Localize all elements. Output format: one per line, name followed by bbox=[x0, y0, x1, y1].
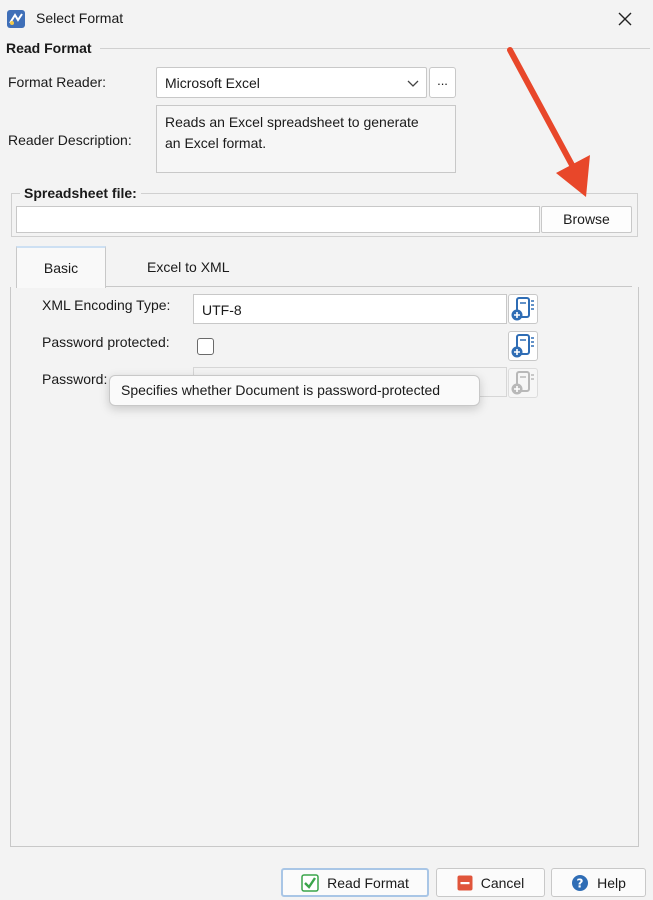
svg-text:?: ? bbox=[577, 876, 584, 890]
help-icon: ? bbox=[572, 874, 589, 891]
xml-encoding-input[interactable]: UTF-8 bbox=[193, 294, 507, 324]
attribute-value-icon bbox=[511, 297, 534, 321]
format-reader-dropdown[interactable]: Microsoft Excel bbox=[156, 67, 427, 98]
format-reader-label: Format Reader: bbox=[8, 74, 107, 90]
attribute-value-icon bbox=[511, 334, 534, 358]
chevron-down-icon bbox=[407, 80, 419, 87]
browse-button[interactable]: Browse bbox=[541, 206, 632, 233]
xml-encoding-value: UTF-8 bbox=[202, 302, 242, 318]
read-format-button[interactable]: Read Format bbox=[281, 868, 429, 897]
reader-description-line-2: an Excel format. bbox=[165, 135, 267, 151]
reader-description-line-1: Reads an Excel spreadsheet to generate bbox=[165, 114, 419, 130]
help-button[interactable]: ? Help bbox=[551, 868, 646, 897]
password-protected-tooltip: Specifies whether Document is password-p… bbox=[109, 375, 480, 406]
encoding-attribute-button[interactable] bbox=[508, 294, 538, 324]
spreadsheet-file-input[interactable] bbox=[16, 206, 540, 233]
check-icon bbox=[301, 873, 319, 892]
password-protected-label: Password protected: bbox=[42, 334, 170, 350]
window-title: Select Format bbox=[36, 10, 124, 26]
cancel-button[interactable]: Cancel bbox=[436, 868, 545, 897]
password-protected-checkbox[interactable] bbox=[197, 338, 214, 355]
reader-description-box: Reads an Excel spreadsheet to generate a… bbox=[156, 105, 456, 173]
cancel-icon bbox=[457, 875, 473, 890]
close-icon bbox=[618, 12, 632, 26]
tab-basic[interactable]: Basic bbox=[16, 246, 106, 288]
format-reader-value: Microsoft Excel bbox=[165, 75, 260, 91]
help-label: Help bbox=[597, 874, 626, 891]
password-label: Password: bbox=[42, 371, 108, 387]
password-protected-attribute-button[interactable] bbox=[508, 331, 538, 361]
app-logo-icon bbox=[6, 9, 26, 29]
cancel-label: Cancel bbox=[480, 874, 525, 891]
reader-description-label: Reader Description: bbox=[8, 132, 132, 148]
xml-encoding-label: XML Encoding Type: bbox=[42, 297, 171, 313]
read-format-label: Read Format bbox=[327, 874, 409, 891]
close-button[interactable] bbox=[606, 4, 644, 34]
spreadsheet-file-legend: Spreadsheet file: bbox=[20, 185, 141, 201]
password-attribute-button[interactable] bbox=[508, 368, 538, 398]
format-reader-more-button[interactable]: ... bbox=[429, 67, 456, 98]
read-format-legend: Read Format bbox=[6, 40, 96, 56]
attribute-value-icon bbox=[511, 371, 534, 395]
tab-excel-to-xml[interactable]: Excel to XML bbox=[147, 259, 229, 275]
red-arrow-annotation bbox=[507, 47, 590, 197]
